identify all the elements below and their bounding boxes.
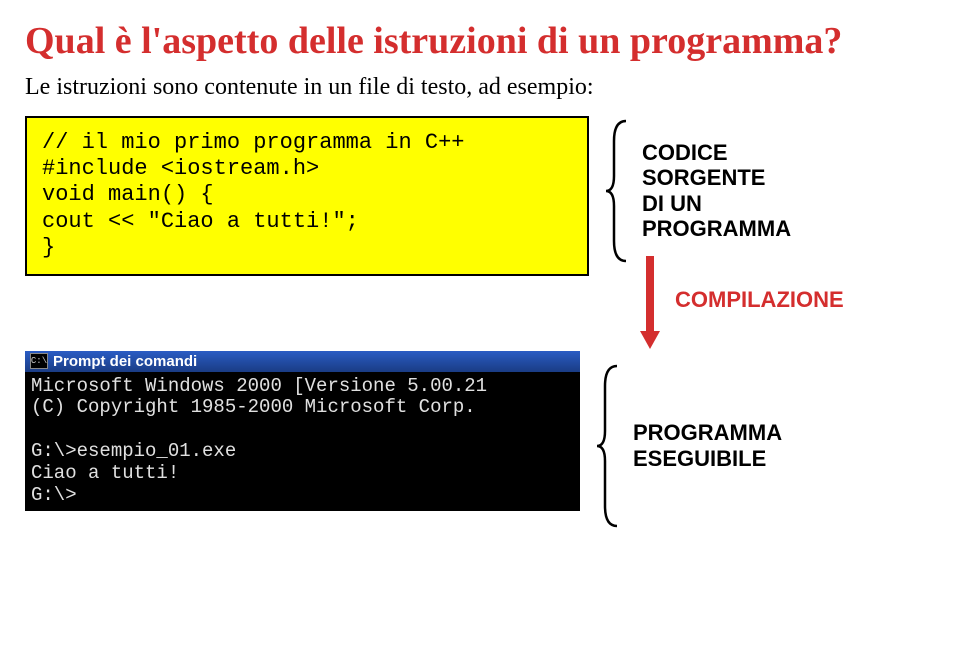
terminal-line: G:\>esempio_01.exe — [31, 440, 236, 462]
code-line: void main() { — [42, 182, 214, 207]
code-line: cout << "Ciao a tutti!"; — [42, 209, 359, 234]
arrow-down-icon — [635, 251, 665, 351]
terminal-line: Ciao a tutti! — [31, 462, 179, 484]
executable-label-group: PROGRAMMA ESEGUIBILE — [595, 361, 782, 531]
code-line: #include <iostream.h> — [42, 156, 319, 181]
terminal-output: Microsoft Windows 2000 [Versione 5.00.21… — [25, 372, 580, 511]
slide-title: Qual è l'aspetto delle istruzioni di un … — [25, 20, 935, 64]
compilation-label: COMPILAZIONE — [675, 287, 844, 313]
source-code-box: // il mio primo programma in C++ #includ… — [25, 116, 589, 276]
terminal-line: (C) Copyright 1985-2000 Microsoft Corp. — [31, 396, 476, 418]
curly-brace-icon — [604, 116, 634, 266]
curly-brace-icon — [595, 361, 625, 531]
terminal-title: Prompt dei comandi — [53, 353, 197, 370]
executable-label: PROGRAMMA ESEGUIBILE — [633, 420, 782, 471]
terminal-line: G:\> — [31, 484, 77, 506]
terminal-line: Microsoft Windows 2000 [Versione 5.00.21 — [31, 375, 487, 397]
lower-content: C:\ Prompt dei comandi Microsoft Windows… — [25, 291, 935, 571]
terminal-window: C:\ Prompt dei comandi Microsoft Windows… — [25, 351, 580, 511]
terminal-titlebar: C:\ Prompt dei comandi — [25, 351, 580, 372]
source-code-label-group: CODICE SORGENTE DI UN PROGRAMMA — [604, 116, 791, 266]
code-line: // il mio primo programma in C++ — [42, 130, 464, 155]
slide-subtitle: Le istruzioni sono contenute in un file … — [25, 74, 935, 101]
terminal-icon: C:\ — [30, 353, 48, 369]
code-line: } — [42, 235, 55, 260]
source-code-label: CODICE SORGENTE DI UN PROGRAMMA — [642, 140, 791, 241]
